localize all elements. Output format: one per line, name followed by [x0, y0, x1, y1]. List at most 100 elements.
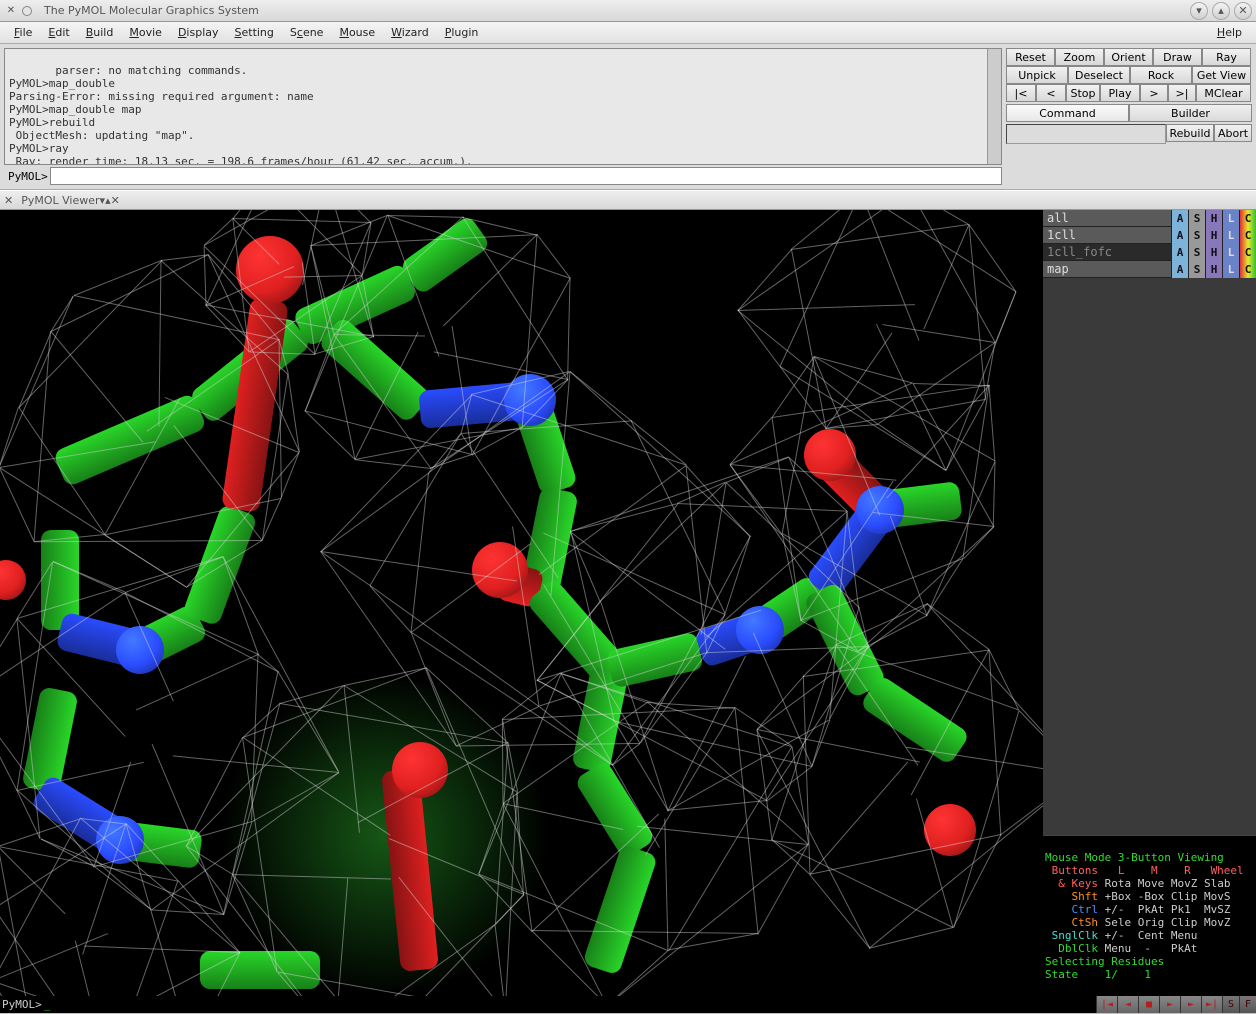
- menu-plugin[interactable]: Plugin: [437, 24, 487, 41]
- object-row-1cll_fofc[interactable]: 1cll_fofcASHLC: [1043, 244, 1256, 261]
- a-button[interactable]: A: [1171, 227, 1188, 244]
- a-button[interactable]: A: [1171, 261, 1188, 278]
- back-button[interactable]: <: [1036, 84, 1066, 102]
- command-input[interactable]: [50, 167, 1002, 185]
- menu-file[interactable]: File: [6, 24, 40, 41]
- s-button[interactable]: S: [1188, 210, 1205, 227]
- mesh-edge: [74, 940, 109, 996]
- viewport-3d[interactable]: [0, 210, 1043, 996]
- abort-button[interactable]: Abort: [1214, 124, 1252, 142]
- s-button[interactable]: S: [1188, 261, 1205, 278]
- mesh-edge: [889, 516, 927, 616]
- mesh-edge: [909, 210, 969, 225]
- mesh-edge: [810, 874, 871, 948]
- orient-button[interactable]: Orient: [1104, 48, 1153, 66]
- rewind-button[interactable]: |<: [1006, 84, 1036, 102]
- playbar-6[interactable]: S: [1222, 996, 1239, 1013]
- mesh-edge: [968, 224, 1016, 292]
- tab-command[interactable]: Command: [1006, 104, 1129, 122]
- mesh-edge: [664, 818, 668, 950]
- close-button[interactable]: ✕: [1234, 2, 1252, 20]
- h-button[interactable]: H: [1205, 227, 1222, 244]
- maximize-button[interactable]: ▴: [1212, 2, 1230, 20]
- ray-button[interactable]: Ray: [1202, 48, 1251, 66]
- toolbar-panel: Reset Zoom Orient Draw Ray Unpick Desele…: [1006, 44, 1256, 189]
- object-row-map[interactable]: mapASHLC: [1043, 261, 1256, 278]
- s-button[interactable]: S: [1188, 244, 1205, 261]
- h-button[interactable]: H: [1205, 244, 1222, 261]
- reset-button[interactable]: Reset: [1006, 48, 1055, 66]
- menu-setting[interactable]: Setting: [227, 24, 282, 41]
- mesh-edge: [758, 844, 809, 934]
- a-button[interactable]: A: [1171, 210, 1188, 227]
- atom: [236, 236, 304, 304]
- mclear-button[interactable]: MClear: [1196, 84, 1251, 102]
- console-output: parser: no matching commands. PyMOL>map_…: [4, 48, 1002, 165]
- mesh-edge: [532, 931, 758, 935]
- menu-mouse[interactable]: Mouse: [331, 24, 383, 41]
- l-button[interactable]: L: [1222, 210, 1239, 227]
- object-name[interactable]: 1cll_fofc: [1043, 244, 1171, 260]
- playbar-7[interactable]: F: [1239, 996, 1256, 1013]
- deselect-button[interactable]: Deselect: [1068, 66, 1130, 84]
- mesh-edge: [771, 839, 953, 928]
- menu-scene[interactable]: Scene: [282, 24, 332, 41]
- menu-wizard[interactable]: Wizard: [383, 24, 437, 41]
- menu-display[interactable]: Display: [170, 24, 227, 41]
- rock-button[interactable]: Rock: [1130, 66, 1192, 84]
- playbar-5[interactable]: ►|: [1201, 996, 1222, 1013]
- end-button[interactable]: >|: [1168, 84, 1196, 102]
- mesh-edge: [388, 215, 464, 218]
- unpick-button[interactable]: Unpick: [1006, 66, 1068, 84]
- prompt-label: PyMOL>: [4, 170, 50, 183]
- object-name[interactable]: all: [1043, 210, 1171, 226]
- viewer-command-line[interactable]: PyMOL> _ |◄◄■►►►|SF: [0, 996, 1256, 1013]
- playbar-3[interactable]: ►: [1159, 996, 1180, 1013]
- mesh-edge: [637, 826, 808, 845]
- menu-movie[interactable]: Movie: [121, 24, 170, 41]
- c-button[interactable]: C: [1239, 244, 1256, 261]
- stop-button[interactable]: Stop: [1066, 84, 1100, 102]
- playbar-1[interactable]: ◄: [1117, 996, 1138, 1013]
- mesh-edge: [927, 604, 989, 650]
- mesh-edge: [906, 747, 1043, 775]
- object-name[interactable]: 1cll: [1043, 227, 1171, 243]
- object-panel: allASHLC1cllASHLC1cll_fofcASHLCmapASHLC …: [1043, 210, 1256, 996]
- object-row-1cll[interactable]: 1cllASHLC: [1043, 227, 1256, 244]
- play-button[interactable]: Play: [1100, 84, 1140, 102]
- mesh-edge: [355, 427, 522, 460]
- c-button[interactable]: C: [1239, 210, 1256, 227]
- mesh-edge: [0, 846, 65, 914]
- mesh-edge: [737, 249, 791, 310]
- menu-help[interactable]: Help: [1209, 24, 1250, 41]
- c-button[interactable]: C: [1239, 227, 1256, 244]
- l-button[interactable]: L: [1222, 227, 1239, 244]
- minimize-button[interactable]: ▾: [1190, 2, 1208, 20]
- h-button[interactable]: H: [1205, 261, 1222, 278]
- menu-build[interactable]: Build: [78, 24, 122, 41]
- playbar-2[interactable]: ■: [1138, 996, 1159, 1013]
- h-button[interactable]: H: [1205, 210, 1222, 227]
- mesh-edge: [631, 420, 687, 465]
- forward-button[interactable]: >: [1140, 84, 1168, 102]
- c-button[interactable]: C: [1239, 261, 1256, 278]
- tab-builder[interactable]: Builder: [1129, 104, 1252, 122]
- playbar-4[interactable]: ►: [1180, 996, 1201, 1013]
- mesh-edge: [1001, 774, 1043, 835]
- mesh-edge: [630, 421, 725, 615]
- mesh-edge: [985, 343, 996, 400]
- playbar-0[interactable]: |◄: [1096, 996, 1117, 1013]
- rebuild-button[interactable]: Rebuild: [1166, 124, 1214, 142]
- s-button[interactable]: S: [1188, 227, 1205, 244]
- getview-button[interactable]: Get View: [1192, 66, 1251, 84]
- console-scrollbar[interactable]: [987, 49, 1001, 164]
- viewer-close-button[interactable]: ✕: [111, 194, 120, 207]
- object-name[interactable]: map: [1043, 261, 1171, 277]
- draw-button[interactable]: Draw: [1153, 48, 1202, 66]
- l-button[interactable]: L: [1222, 261, 1239, 278]
- object-row-all[interactable]: allASHLC: [1043, 210, 1256, 227]
- l-button[interactable]: L: [1222, 244, 1239, 261]
- zoom-button[interactable]: Zoom: [1055, 48, 1104, 66]
- a-button[interactable]: A: [1171, 244, 1188, 261]
- menu-edit[interactable]: Edit: [40, 24, 77, 41]
